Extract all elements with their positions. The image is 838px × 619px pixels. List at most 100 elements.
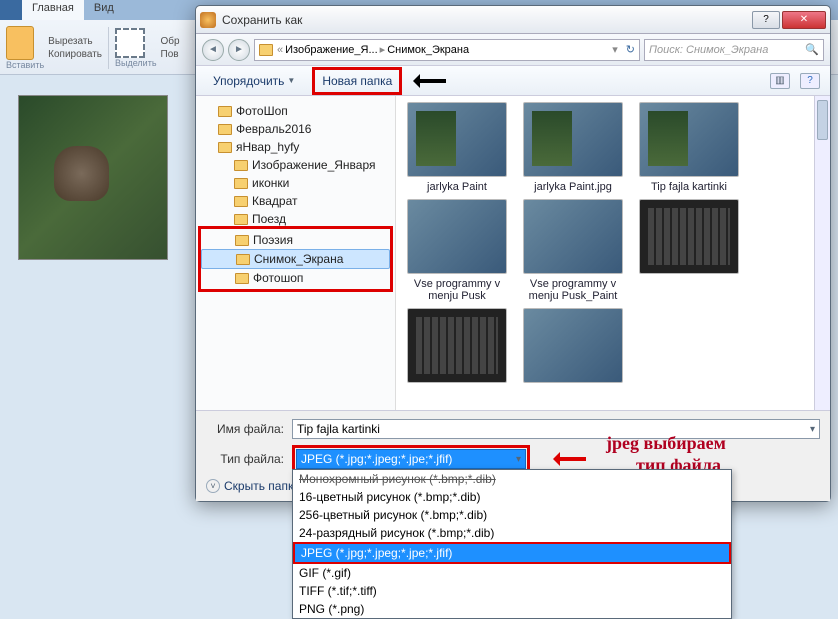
crumb-parent[interactable]: Изображение_Я... — [285, 44, 378, 56]
app-icon — [200, 12, 216, 28]
filetype-option[interactable]: JPEG (*.jpg;*.jpeg;*.jpe;*.jfif) — [295, 544, 729, 562]
resize-button[interactable]: Пов — [161, 49, 180, 60]
folder-tree[interactable]: ФотоШоп Февраль2016 яНвар_hyfy Изображение_… — [196, 96, 396, 410]
canvas-preview — [18, 95, 168, 260]
help-icon[interactable]: ? — [800, 73, 820, 89]
search-placeholder: Поиск: Снимок_Экрана — [649, 44, 768, 56]
tree-item-label: Изображение_Января — [252, 158, 376, 172]
tree-item-label: яНвар_hyfy — [236, 140, 299, 154]
view-mode-button[interactable]: ▥ — [770, 73, 790, 89]
crumb-current[interactable]: Снимок_Экрана — [387, 44, 469, 56]
filetype-dropdown[interactable]: Монохромный рисунок (*.bmp;*.dib)16-цвет… — [292, 469, 732, 619]
tree-item-label: Февраль2016 — [236, 122, 311, 136]
folder-icon — [218, 142, 232, 153]
file-thumbnail — [407, 102, 507, 177]
titlebar[interactable]: Сохранить как ? ✕ — [196, 6, 830, 34]
folder-icon — [234, 196, 248, 207]
tree-item[interactable]: Квадрат — [200, 192, 391, 210]
filename-label: Имя файла: — [206, 422, 284, 436]
dialog-bottom: Имя файла: Tip fajla kartinki Тип файла:… — [196, 410, 830, 501]
filename-input[interactable]: Tip fajla kartinki — [292, 419, 820, 439]
filetype-option[interactable]: Монохромный рисунок (*.bmp;*.dib) — [293, 470, 731, 488]
search-icon: 🔍 — [805, 43, 819, 56]
file-item[interactable]: Vse programmy v menju Pusk_Paint — [518, 199, 628, 302]
tree-item-label: Снимок_Экрана — [254, 252, 343, 266]
filetype-option[interactable]: 24-разрядный рисунок (*.bmp;*.dib) — [293, 524, 731, 542]
file-item[interactable]: Tip fajla kartinki — [634, 102, 744, 193]
organize-button[interactable]: Упорядочить▼ — [206, 70, 302, 92]
file-label: jarlyka Paint.jpg — [518, 181, 628, 193]
file-list[interactable]: jarlyka Paint jarlyka Paint.jpg Tip fajla … — [396, 96, 830, 410]
ribbon-tab-view[interactable]: Вид — [84, 0, 124, 20]
file-thumbnail — [407, 308, 507, 383]
file-item[interactable]: jarlyka Paint.jpg — [518, 102, 628, 193]
filetype-option[interactable]: TIFF (*.tif;*.tiff) — [293, 582, 731, 600]
file-thumbnail — [523, 199, 623, 274]
tree-item-label: Поезд — [252, 212, 286, 226]
scrollbar[interactable] — [814, 96, 830, 410]
tree-item-label: Квадрат — [252, 194, 298, 208]
file-label: Vse programmy v menju Pusk — [402, 278, 512, 302]
tree-item[interactable]: Снимок_Экрана — [201, 249, 390, 269]
nav-bar: ◄ ► « Изображение_Я... ▸ Снимок_Экрана ▾… — [196, 34, 830, 66]
tree-item-label: Поэзия — [253, 233, 293, 247]
filetype-option[interactable]: 256-цветный рисунок (*.bmp;*.dib) — [293, 506, 731, 524]
forward-button[interactable]: ► — [228, 39, 250, 61]
filetype-option[interactable]: PNG (*.png) — [293, 600, 731, 618]
file-label: Tip fajla kartinki — [634, 181, 744, 193]
tree-item-label: иконки — [252, 176, 289, 190]
folder-icon — [234, 178, 248, 189]
file-item[interactable]: jarlyka Paint — [402, 102, 512, 193]
tree-item[interactable]: Изображение_Января — [200, 156, 391, 174]
filetype-option[interactable]: GIF (*.gif) — [293, 564, 731, 582]
tree-item[interactable]: ФотоШоп — [200, 102, 391, 120]
tree-item[interactable]: Февраль2016 — [200, 120, 391, 138]
filetype-label: Тип файла: — [206, 452, 284, 466]
file-item[interactable] — [402, 308, 512, 387]
file-thumbnail — [523, 308, 623, 383]
folder-icon — [218, 124, 232, 135]
folder-icon — [235, 273, 249, 284]
app-menu-tab[interactable] — [0, 0, 22, 20]
cut-button[interactable]: Вырезать — [48, 36, 102, 47]
file-thumbnail — [407, 199, 507, 274]
folder-icon — [234, 160, 248, 171]
help-button[interactable]: ? — [752, 11, 780, 29]
paste-label: Вставить — [6, 60, 44, 70]
file-item[interactable]: Vse programmy v menju Pusk — [402, 199, 512, 302]
annotation-arrow-left — [418, 74, 458, 88]
tree-item[interactable]: яНвар_hyfy — [200, 138, 391, 156]
tree-item-label: Фотошоп — [253, 271, 303, 285]
folder-icon — [235, 235, 249, 246]
search-input[interactable]: Поиск: Снимок_Экрана 🔍 — [644, 39, 824, 61]
select-icon[interactable] — [115, 28, 145, 58]
annotation-highlight-jpeg: JPEG (*.jpg;*.jpeg;*.jpe;*.jfif) — [293, 542, 731, 564]
chevron-down-icon: ˅ — [206, 479, 220, 493]
filetype-option[interactable]: 16-цветный рисунок (*.bmp;*.dib) — [293, 488, 731, 506]
file-thumbnail — [639, 102, 739, 177]
folder-icon — [234, 214, 248, 225]
file-thumbnail — [639, 199, 739, 274]
breadcrumb[interactable]: « Изображение_Я... ▸ Снимок_Экрана ▾ ↻ — [254, 39, 640, 61]
annotation-arrow-filetype — [546, 453, 594, 465]
tree-item[interactable]: Фотошоп — [201, 269, 390, 287]
file-thumbnail — [523, 102, 623, 177]
paste-icon[interactable] — [6, 26, 34, 60]
ribbon-tab-home[interactable]: Главная — [22, 0, 84, 20]
close-button[interactable]: ✕ — [782, 11, 826, 29]
new-folder-button[interactable]: Новая папка — [315, 70, 399, 92]
tree-item[interactable]: иконки — [200, 174, 391, 192]
crop-button[interactable]: Обр — [161, 36, 180, 47]
annotation-highlight-newfolder: Новая папка — [312, 67, 402, 95]
folder-icon — [236, 254, 250, 265]
tree-item[interactable]: Поэзия — [201, 231, 390, 249]
copy-button[interactable]: Копировать — [48, 49, 102, 60]
back-button[interactable]: ◄ — [202, 39, 224, 61]
folder-icon — [259, 44, 273, 56]
file-item[interactable] — [634, 199, 744, 302]
filetype-select[interactable]: JPEG (*.jpg;*.jpeg;*.jpe;*.jfif) — [296, 449, 526, 469]
file-item[interactable] — [518, 308, 628, 387]
refresh-icon[interactable]: ↻ — [626, 43, 635, 56]
annotation-highlight-tree: Поэзия Снимок_Экрана Фотошоп — [198, 226, 393, 292]
file-label: Vse programmy v menju Pusk_Paint — [518, 278, 628, 302]
